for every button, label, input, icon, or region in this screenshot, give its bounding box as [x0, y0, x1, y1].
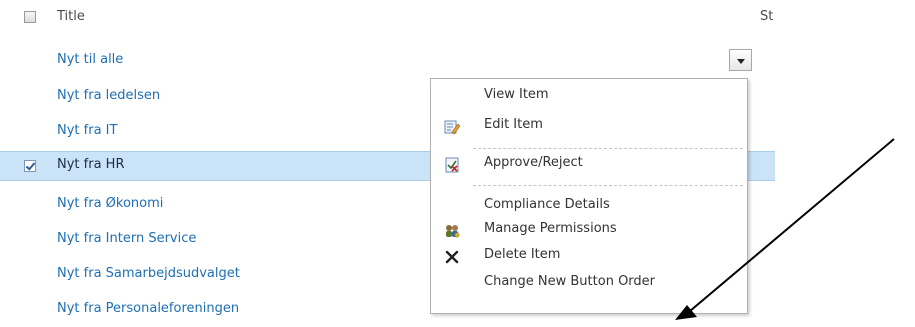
annotation-arrow [675, 138, 895, 320]
